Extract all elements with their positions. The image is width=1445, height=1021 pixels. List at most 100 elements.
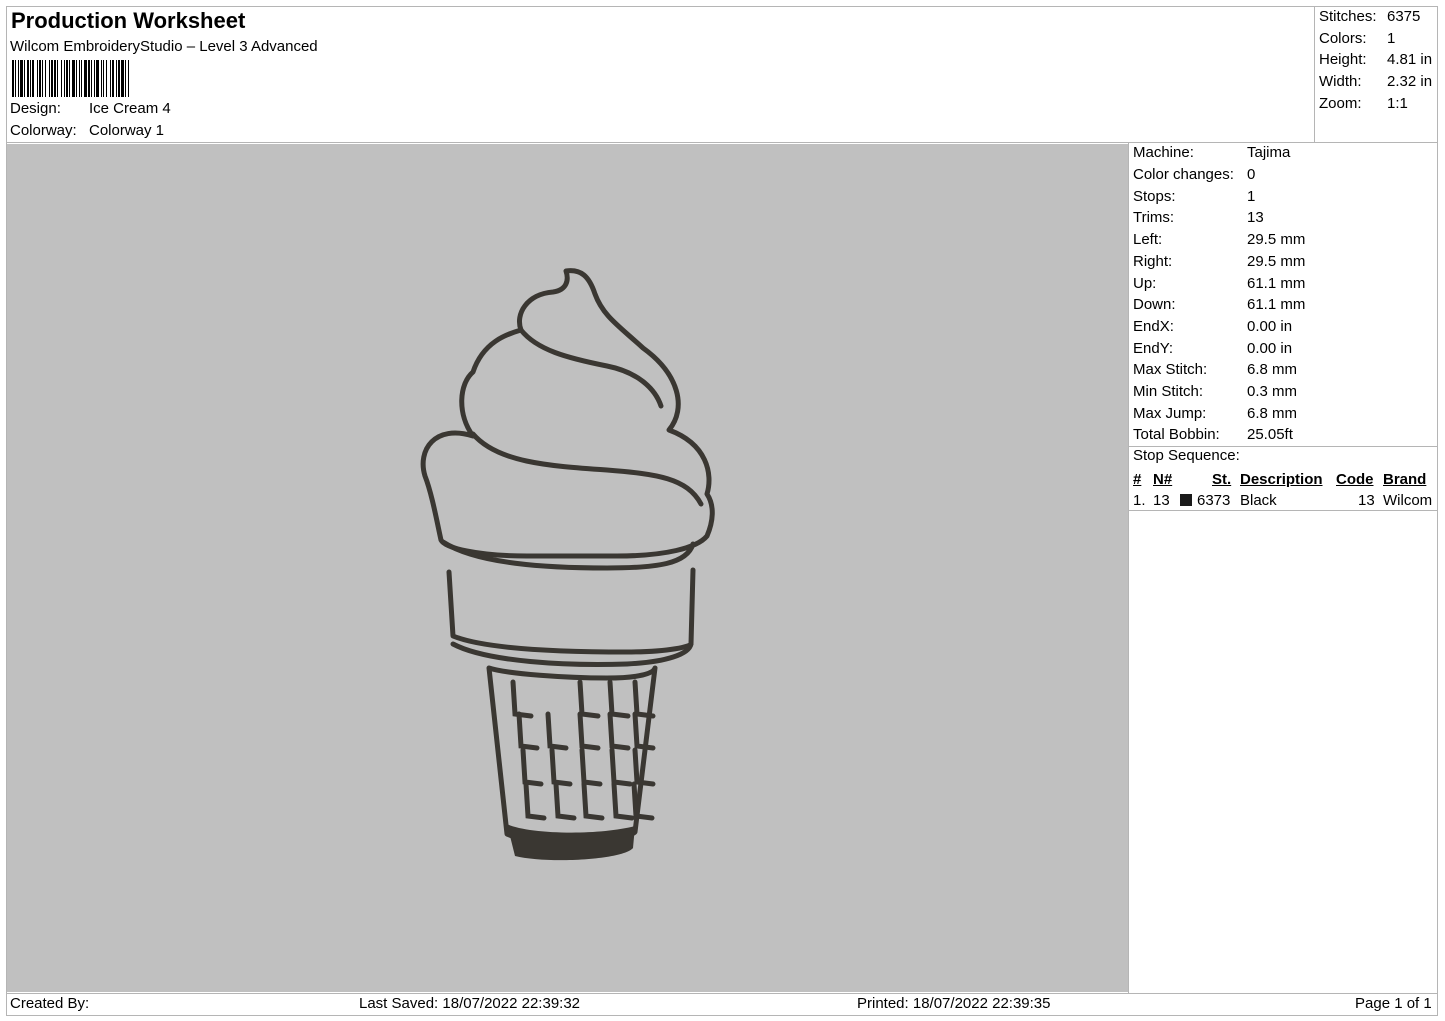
barcode-bar	[45, 60, 46, 97]
barcode-bar	[88, 60, 90, 97]
barcode-bar	[61, 60, 62, 97]
barcode-bar	[96, 60, 99, 97]
barcode-bar	[18, 60, 19, 97]
stat-zoom: Zoom: 1:1	[1319, 95, 1408, 112]
right-label: Right:	[1133, 253, 1173, 270]
barcode-bar	[49, 60, 50, 97]
stat-label: Height:	[1319, 51, 1367, 68]
barcode-bar	[121, 60, 124, 97]
color-changes-value: 0	[1247, 166, 1256, 183]
barcode-bar	[91, 60, 92, 97]
barcode-bar	[103, 60, 104, 97]
barcode-bar	[110, 60, 111, 97]
barcode-bar	[106, 60, 107, 97]
col-header-brand: Brand	[1383, 471, 1427, 488]
barcode-bar	[27, 60, 29, 97]
barcode-bar	[42, 60, 43, 97]
down-label: Down:	[1133, 296, 1176, 313]
barcode-bar	[116, 60, 117, 97]
cone-waffle-mark	[577, 679, 601, 719]
stat-label: Stitches:	[1319, 8, 1377, 25]
barcode-bar	[72, 60, 75, 97]
barcode-bar	[30, 60, 31, 97]
stat-value: 6375	[1387, 8, 1421, 25]
max-stitch-row: Max Stitch: 6.8 mm	[1133, 361, 1297, 378]
stat-colors: Colors: 1	[1319, 30, 1395, 47]
worksheet-header: Production Worksheet Wilcom EmbroiderySt…	[6, 6, 1315, 143]
barcode-bar	[112, 60, 114, 97]
stops-row: Stops: 1	[1133, 188, 1255, 205]
stat-label: Colors:	[1319, 30, 1367, 47]
barcode-bar	[101, 60, 102, 97]
barcode-bar	[79, 60, 80, 97]
barcode-bar	[15, 60, 16, 97]
swirl-outline	[420, 268, 715, 559]
row-brand: Wilcom	[1383, 492, 1433, 509]
min-stitch-label: Min Stitch:	[1133, 383, 1204, 400]
stops-value: 1	[1247, 188, 1256, 205]
max-jump-label: Max Jump:	[1133, 405, 1207, 422]
cone-waffle-mark	[516, 711, 540, 751]
stat-value: 2.32 in	[1387, 73, 1433, 90]
cone-waffle-mark	[607, 711, 631, 751]
max-jump-value: 6.8 mm	[1247, 405, 1298, 422]
cone-waffle-mark	[549, 747, 573, 787]
design-preview	[7, 144, 1128, 992]
row-stitches: 6373	[1197, 492, 1231, 509]
endx-label: EndX:	[1133, 318, 1174, 335]
endy-value: 0.00 in	[1247, 340, 1293, 357]
max-jump-row: Max Jump: 6.8 mm	[1133, 405, 1297, 422]
machine-value: Tajima	[1247, 144, 1291, 161]
endx-value: 0.00 in	[1247, 318, 1293, 335]
cone-waffle-mark	[545, 711, 569, 751]
cone-waffle-mark	[510, 679, 534, 719]
up-row: Up: 61.1 mm	[1133, 275, 1305, 292]
stop-table-divider	[1128, 510, 1438, 511]
design-value: Ice Cream 4	[89, 100, 171, 117]
col-header-description: Description	[1240, 471, 1323, 488]
max-stitch-value: 6.8 mm	[1247, 361, 1298, 378]
cone-waffle-mark	[581, 781, 605, 821]
barcode-bar	[54, 60, 56, 97]
ice-cream-design	[420, 268, 715, 861]
up-label: Up:	[1133, 275, 1157, 292]
cone-waffle-mark	[631, 781, 655, 821]
stat-width: Width: 2.32 in	[1319, 73, 1432, 90]
design-label: Design:	[10, 100, 61, 117]
left-value: 29.5 mm	[1247, 231, 1306, 248]
color-changes-row: Color changes: 0	[1133, 166, 1255, 183]
barcode-bar	[76, 60, 77, 97]
barcode-bar	[94, 60, 95, 97]
col-header-stitches: St.	[1212, 471, 1232, 488]
total-bobbin-value: 25.05ft	[1247, 426, 1293, 443]
left-row: Left: 29.5 mm	[1133, 231, 1305, 248]
barcode	[12, 60, 129, 97]
stat-value: 1:1	[1387, 95, 1408, 112]
total-bobbin-label: Total Bobbin:	[1133, 426, 1220, 443]
barcode-bar	[37, 60, 38, 97]
total-bobbin-row: Total Bobbin: 25.05ft	[1133, 426, 1293, 443]
stat-height: Height: 4.81 in	[1319, 51, 1432, 68]
barcode-bar	[128, 60, 129, 97]
cone-waffle-mark	[523, 781, 547, 821]
right-row: Right: 29.5 mm	[1133, 253, 1305, 270]
endy-label: EndY:	[1133, 340, 1174, 357]
colorway-row: Colorway: Colorway 1	[10, 122, 164, 139]
colorway-label: Colorway:	[10, 122, 77, 139]
cone-waffle-mark	[609, 747, 633, 787]
row-num: 1.	[1133, 492, 1146, 509]
stops-label: Stops:	[1133, 188, 1176, 205]
stat-label: Zoom:	[1319, 95, 1362, 112]
cone-waffle-mark	[553, 781, 577, 821]
barcode-bar	[64, 60, 65, 97]
stop-sequence-title: Stop Sequence:	[1133, 447, 1240, 464]
created-by: Created By:	[10, 995, 90, 1012]
stat-label: Width:	[1319, 73, 1362, 90]
barcode-bar	[12, 60, 14, 97]
stat-value: 4.81 in	[1387, 51, 1433, 68]
row-description: Black	[1240, 492, 1277, 509]
cone-waffle-mark	[611, 781, 635, 821]
barcode-bar	[20, 60, 23, 97]
down-row: Down: 61.1 mm	[1133, 296, 1305, 313]
col-header-num: #	[1133, 471, 1142, 488]
